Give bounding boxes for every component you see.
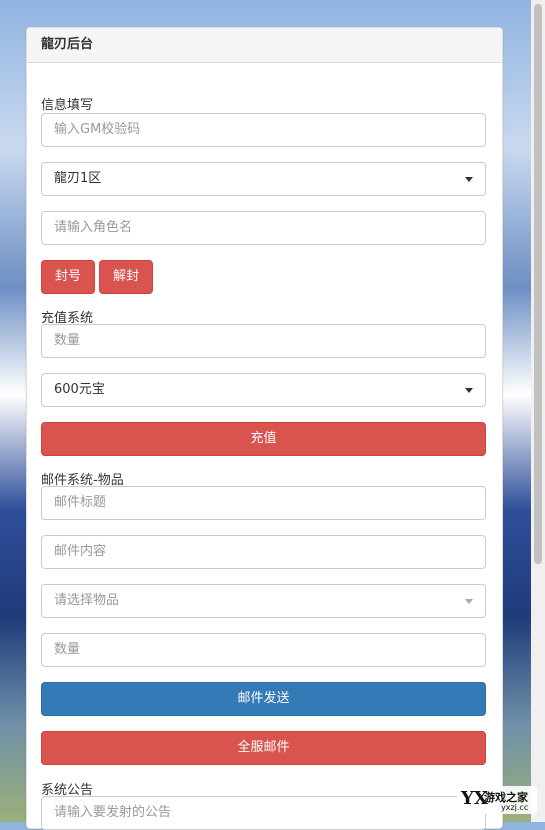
server-select-value: 龍刃1区: [54, 171, 102, 186]
item-select[interactable]: 请选择物品: [41, 584, 486, 618]
server-wide-mail-button[interactable]: 全服邮件: [41, 731, 486, 765]
recharge-qty-input[interactable]: 数量: [41, 324, 486, 358]
mail-qty-input[interactable]: 数量: [41, 633, 486, 667]
package-select[interactable]: 600元宝: [41, 373, 486, 407]
panel-title: 龍刃后台: [27, 28, 502, 63]
info-section-label: 信息填写: [41, 98, 94, 113]
send-mail-button[interactable]: 邮件发送: [41, 682, 486, 716]
server-select[interactable]: 龍刃1区: [41, 162, 486, 196]
gm-code-input[interactable]: 输入GM校验码: [41, 113, 486, 147]
chevron-down-icon: [465, 177, 473, 182]
admin-panel: 龍刃后台 信息填写 输入GM校验码 龍刃1区 请输入角色名 封号 解封 充值系统…: [26, 27, 503, 830]
watermark-domain: yxzj.cc: [501, 803, 529, 812]
scrollbar-thumb[interactable]: [534, 4, 542, 564]
chevron-down-icon: [465, 388, 473, 393]
recharge-button[interactable]: 充值: [41, 422, 486, 456]
site-watermark-logo: YX 游戏之家 yxzj.cc: [457, 786, 537, 814]
unban-button[interactable]: 解封: [99, 260, 153, 294]
role-name-input[interactable]: 请输入角色名: [41, 211, 486, 245]
item-select-placeholder: 请选择物品: [54, 593, 120, 608]
scrollbar[interactable]: [531, 0, 545, 822]
notice-input[interactable]: 请输入要发射的公告: [41, 796, 486, 830]
mail-content-input[interactable]: 邮件内容: [41, 535, 486, 569]
mail-title-input[interactable]: 邮件标题: [41, 486, 486, 520]
ban-button[interactable]: 封号: [41, 260, 95, 294]
chevron-down-icon: [465, 599, 473, 604]
package-select-value: 600元宝: [54, 382, 105, 397]
